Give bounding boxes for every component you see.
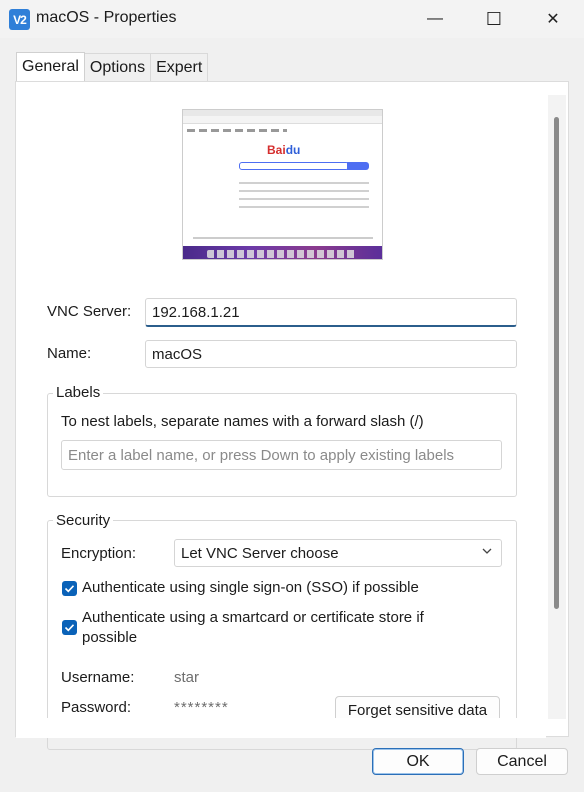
thumbnail-links (187, 129, 287, 132)
minimize-button[interactable]: — (412, 0, 458, 38)
checkmark-icon (64, 585, 75, 593)
sso-label[interactable]: Authenticate using single sign-on (SSO) … (82, 579, 419, 596)
password-value: ******** (174, 699, 229, 716)
smartcard-checkbox[interactable] (62, 620, 77, 635)
smartcard-label-line2[interactable]: possible (82, 629, 137, 646)
maximize-button[interactable]: ☐ (471, 0, 517, 38)
title-bar: V2 macOS - Properties — ☐ ✕ (0, 0, 584, 38)
security-group-title: Security (53, 512, 114, 529)
thumbnail-search-box (239, 162, 349, 170)
general-panel: Baidu VNC Server: 192.168.1.21 Name: mac… (15, 81, 569, 750)
tab-strip: General Options Expert (16, 52, 209, 81)
thumbnail-dock-icons (207, 250, 357, 258)
cancel-button[interactable]: Cancel (476, 748, 568, 775)
username-value: star (174, 669, 200, 686)
smartcard-label-line1[interactable]: Authenticate using a smartcard or certif… (82, 609, 424, 626)
tab-options[interactable]: Options (83, 53, 152, 81)
thumbnail-footer (193, 237, 373, 239)
name-label: Name: (47, 345, 92, 362)
username-label: Username: (61, 669, 135, 686)
vnc-app-icon: V2 (9, 9, 30, 30)
thumbnail-toolbar (183, 116, 382, 124)
labels-hint: To nest labels, separate names with a fo… (61, 413, 424, 430)
name-input[interactable]: macOS (145, 340, 517, 368)
password-label: Password: (61, 699, 132, 716)
window-title: macOS - Properties (36, 9, 177, 26)
encryption-label: Encryption: (61, 545, 137, 562)
ok-button[interactable]: OK (372, 748, 464, 775)
chevron-down-icon (481, 545, 493, 560)
vertical-scrollbar[interactable] (548, 95, 566, 719)
labels-input[interactable]: Enter a label name, or press Down to app… (61, 440, 502, 470)
sso-checkbox[interactable] (62, 581, 77, 596)
labels-input-placeholder: Enter a label name, or press Down to app… (68, 446, 455, 464)
encryption-selected-value: Let VNC Server choose (181, 544, 339, 562)
desktop-thumbnail: Baidu (182, 109, 383, 260)
thumbnail-content (239, 182, 369, 208)
vnc-server-input[interactable]: 192.168.1.21 (145, 298, 517, 327)
tab-general[interactable]: General (16, 52, 85, 81)
checkmark-icon (64, 624, 75, 632)
scrollbar-thumb[interactable] (554, 117, 559, 609)
encryption-select[interactable]: Let VNC Server choose (174, 539, 502, 567)
thumbnail-search-button (347, 162, 369, 170)
tab-expert[interactable]: Expert (150, 53, 209, 81)
panel-clip (16, 718, 546, 738)
labels-group-title: Labels (53, 384, 104, 401)
thumbnail-logo: Baidu (267, 143, 301, 157)
close-button[interactable]: ✕ (530, 0, 576, 38)
vnc-server-label: VNC Server: (47, 303, 132, 320)
